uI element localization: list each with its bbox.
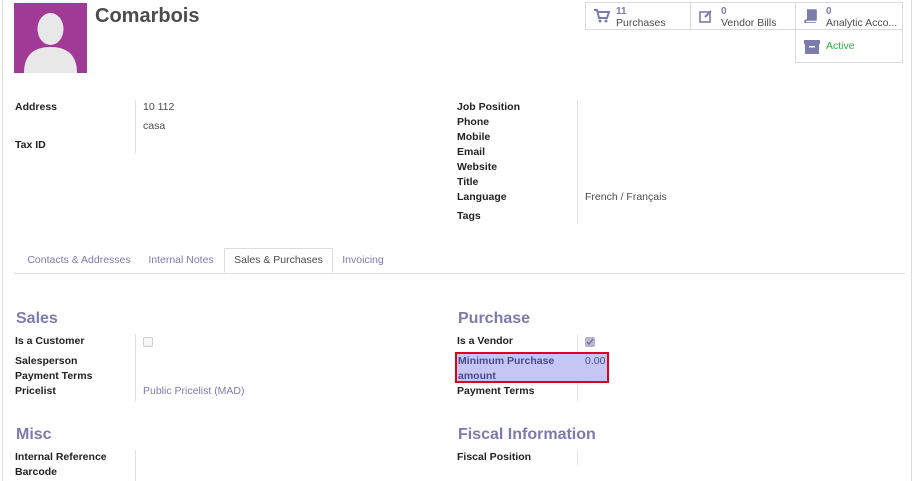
language-value[interactable]: French / Français <box>585 191 667 203</box>
notebook-tabs: Contacts & Addresses Internal Notes Sale… <box>14 248 906 274</box>
purchase-heading: Purchase <box>458 310 531 327</box>
field-separator <box>135 450 136 481</box>
language-label: Language <box>457 191 507 203</box>
min-purchase-label-line1: Minimum Purchase <box>458 355 555 367</box>
website-label: Website <box>457 161 498 173</box>
address-line1[interactable]: 10 112 <box>143 101 174 113</box>
is-vendor-label: Is a Vendor <box>457 335 514 347</box>
tax-id-label: Tax ID <box>15 139 46 151</box>
book-icon <box>804 9 818 26</box>
tab-contacts-addresses[interactable]: Contacts & Addresses <box>18 248 140 272</box>
mobile-label: Mobile <box>457 131 491 143</box>
person-placeholder-icon <box>24 13 77 73</box>
is-customer-label: Is a Customer <box>15 335 85 347</box>
pricelist-label: Pricelist <box>15 385 56 397</box>
job-position-label: Job Position <box>457 101 520 113</box>
vendor-bills-label: Vendor Bills <box>721 17 777 29</box>
field-separator <box>135 334 136 401</box>
purchases-button[interactable]: 11 Purchases <box>585 2 691 30</box>
field-separator <box>135 100 136 153</box>
tab-internal-notes[interactable]: Internal Notes <box>140 248 222 272</box>
tab-sales-purchases[interactable]: Sales & Purchases <box>224 248 333 273</box>
sales-heading: Sales <box>16 310 58 327</box>
edit-icon <box>699 9 713 26</box>
misc-heading: Misc <box>16 426 52 443</box>
email-label: Email <box>457 146 486 158</box>
analytic-count: 0 <box>826 6 832 17</box>
phone-label: Phone <box>457 116 490 128</box>
min-purchase-label-line2: amount <box>458 370 496 382</box>
barcode-label: Barcode <box>15 466 58 478</box>
field-separator <box>577 100 578 224</box>
is-vendor-checkbox[interactable] <box>585 337 595 347</box>
active-toggle-button[interactable]: Active <box>795 29 903 63</box>
form-sheet <box>2 0 912 481</box>
min-purchase-amount-input[interactable]: 0.00 <box>585 355 605 367</box>
vendor-bills-button[interactable]: 0 Vendor Bills <box>690 2 796 30</box>
purchase-payment-terms-label: Payment Terms <box>457 385 535 397</box>
check-icon <box>586 338 594 345</box>
tags-label: Tags <box>457 210 481 222</box>
fiscal-position-label: Fiscal Position <box>457 451 532 463</box>
partner-avatar[interactable] <box>14 3 87 73</box>
pricelist-value[interactable]: Public Pricelist (MAD) <box>143 385 245 397</box>
address-line2[interactable]: casa <box>143 120 165 132</box>
analytic-label: Analytic Acco... <box>826 17 898 29</box>
cart-icon <box>594 9 611 26</box>
tab-invoicing[interactable]: Invoicing <box>336 248 390 272</box>
purchases-count: 11 <box>616 6 627 17</box>
active-label: Active <box>826 40 855 52</box>
is-customer-checkbox[interactable] <box>143 337 153 347</box>
salesperson-label: Salesperson <box>15 355 78 367</box>
payment-terms-label: Payment Terms <box>15 370 93 382</box>
address-label: Address <box>15 101 58 113</box>
field-separator <box>577 450 578 465</box>
fiscal-heading: Fiscal Information <box>458 426 596 443</box>
purchases-label: Purchases <box>616 17 666 29</box>
title-label: Title <box>457 176 479 188</box>
partner-name: Comarbois <box>95 5 200 27</box>
archive-icon <box>804 40 820 57</box>
internal-reference-label: Internal Reference <box>15 451 107 463</box>
analytic-accounts-button[interactable]: 0 Analytic Acco... <box>795 2 903 30</box>
vendor-bills-count: 0 <box>721 6 727 17</box>
